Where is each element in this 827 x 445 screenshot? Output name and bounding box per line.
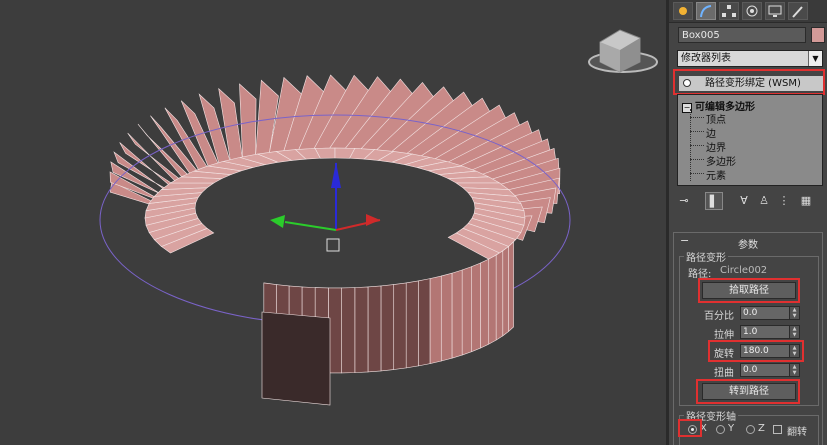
highlight-box-move-to-path — [696, 379, 800, 404]
axis-y-radio[interactable] — [716, 425, 725, 434]
twist-spinner[interactable]: 0.0 ▲ ▼ — [740, 363, 800, 377]
show-end-result-icon[interactable]: ▌ — [705, 192, 723, 210]
parameters-rollout: − 参数 路径变形 路径: Circle002 拾取路径 百分比 0.0 ▲ ▼ … — [673, 232, 823, 445]
subobject-vertex[interactable]: 顶点 — [706, 111, 726, 126]
collapse-icon[interactable]: − — [680, 234, 689, 247]
mesh-face — [341, 287, 356, 374]
modify-tab-icon[interactable] — [696, 2, 716, 20]
subobject-edge[interactable]: 边 — [706, 125, 716, 140]
command-panel: Box005 修改器列表 ▼ 路径变形绑定 (WSM) − 可编辑多边形 顶点 边… — [669, 0, 827, 445]
viewcube-icon[interactable] — [588, 29, 658, 73]
configure-modifier-sets-icon[interactable]: ▦ — [797, 192, 815, 210]
mesh-face — [508, 241, 514, 333]
scene-canvas — [99, 29, 658, 406]
tree-line — [690, 159, 704, 160]
mesh-face — [429, 275, 442, 364]
percent-value[interactable]: 0.0 — [743, 307, 757, 320]
flip-checkbox[interactable] — [773, 425, 782, 434]
modifier-list-label: 修改器列表 — [681, 53, 731, 64]
tree-line — [690, 173, 704, 174]
twist-value[interactable]: 0.0 — [743, 364, 757, 377]
modifier-list-dropdown[interactable]: 修改器列表 ▼ — [677, 50, 823, 67]
path-value: Circle002 — [720, 265, 768, 276]
mesh-face — [261, 311, 331, 406]
parameters-rollout-header[interactable]: − 参数 — [674, 234, 822, 251]
axis-y-label: Y — [728, 423, 735, 434]
object-name-field[interactable]: Box005 — [678, 27, 806, 43]
highlight-box-rotate — [708, 340, 804, 362]
mesh-face — [502, 245, 509, 337]
configure-sets-icon[interactable]: ⋮ — [775, 192, 793, 210]
spinner-arrows-icon[interactable]: ▲ ▼ — [789, 364, 799, 376]
twist-label: 扭曲 — [714, 368, 734, 379]
spinner-arrows-icon[interactable]: ▲ ▼ — [789, 307, 799, 319]
mesh-face — [440, 272, 453, 362]
axis-z-label: Z — [758, 423, 765, 434]
mesh-face — [451, 269, 463, 359]
flip-label: 翻转 — [787, 427, 807, 438]
tree-line — [690, 117, 704, 118]
tree-line — [690, 131, 704, 132]
percent-spinner[interactable]: 0.0 ▲ ▼ — [740, 306, 800, 320]
mesh-face — [405, 280, 419, 369]
ring-front-wall — [261, 241, 514, 406]
display-tab-icon[interactable] — [765, 2, 785, 20]
viewport-perspective[interactable] — [0, 0, 666, 445]
remove-modifier-icon[interactable]: ♙ — [755, 192, 773, 210]
transform-gizmo-icon[interactable] — [270, 162, 381, 252]
highlight-box-pick-path — [698, 278, 800, 303]
object-color-swatch[interactable] — [811, 27, 825, 43]
stack-toolbar: ⊸ ▌ ∀ ♙ ⋮ ▦ — [675, 192, 823, 210]
stretch-spinner[interactable]: 1.0 ▲ ▼ — [740, 325, 800, 339]
utilities-tab-icon[interactable] — [788, 2, 808, 20]
hierarchy-tab-icon[interactable] — [719, 2, 739, 20]
mesh-face — [354, 286, 369, 373]
subobject-border[interactable]: 边界 — [706, 139, 726, 154]
create-tab-icon[interactable] — [673, 2, 693, 20]
mesh-face — [488, 254, 497, 345]
mesh-face — [380, 284, 395, 372]
subobject-polygon[interactable]: 多边形 — [706, 153, 736, 168]
highlight-box-axis-x — [678, 419, 702, 437]
highlight-box-modifier — [673, 69, 825, 95]
parameters-title: 参数 — [738, 240, 758, 251]
chevron-down-icon[interactable]: ▼ — [808, 51, 822, 66]
motion-tab-icon[interactable] — [742, 2, 762, 20]
stretch-label: 拉伸 — [714, 330, 734, 341]
path-deform-group-label: 路径变形 — [684, 249, 728, 264]
mesh-face — [367, 285, 382, 373]
percent-label: 百分比 — [704, 311, 734, 322]
spinner-arrows-icon[interactable]: ▲ ▼ — [789, 326, 799, 338]
modifier-stack[interactable]: − 可编辑多边形 顶点 边 边界 多边形 元素 — [677, 94, 823, 186]
make-unique-icon[interactable]: ∀ — [735, 192, 753, 210]
pin-stack-icon[interactable]: ⊸ — [675, 192, 693, 210]
mesh-face — [328, 287, 342, 374]
mesh-face — [480, 258, 490, 349]
axis-z-radio[interactable] — [746, 425, 755, 434]
stretch-value[interactable]: 1.0 — [743, 326, 757, 339]
mesh-face — [461, 266, 472, 356]
mesh-face — [393, 282, 407, 370]
tree-line — [690, 145, 704, 146]
mesh-face — [495, 250, 504, 341]
subobject-element[interactable]: 元素 — [706, 167, 726, 182]
command-panel-tabs — [669, 0, 827, 23]
mesh-face — [417, 278, 431, 367]
mesh-face — [471, 262, 481, 353]
